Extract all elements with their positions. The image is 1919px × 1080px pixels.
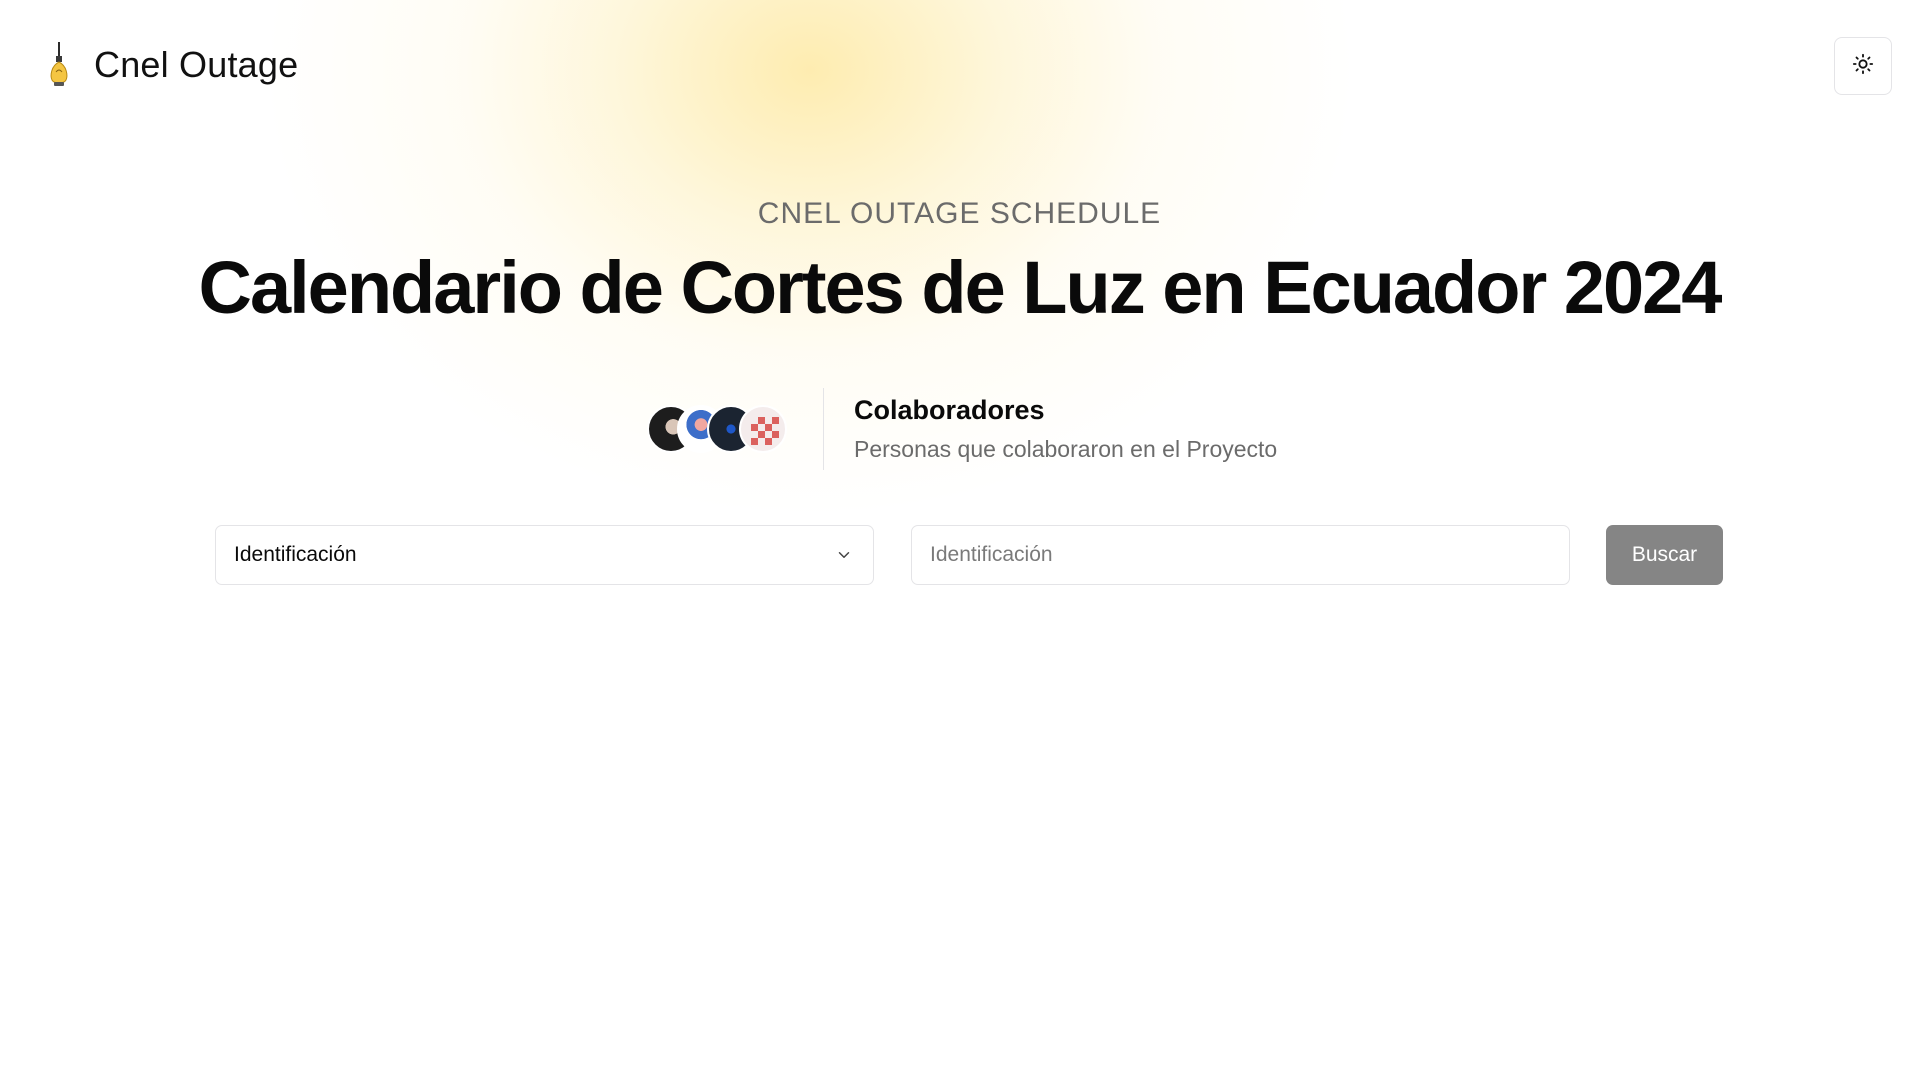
brand[interactable]: Cnel Outage [44,40,298,90]
avatar[interactable] [739,405,787,453]
id-type-select[interactable]: Identificación [215,525,874,585]
theme-toggle-button[interactable] [1834,37,1892,95]
chevron-down-icon [833,544,855,566]
top-bar: Cnel Outage [0,0,1919,130]
collaborators-title: Colaboradores [854,395,1045,425]
page-title: Calendario de Cortes de Luz en Ecuador 2… [198,246,1723,329]
brand-name: Cnel Outage [94,44,299,85]
search-button[interactable]: Buscar [1606,525,1723,585]
collaborators-subtitle: Personas que colaboraron en el Proyecto [854,436,1278,462]
lightbulb-icon [44,40,74,90]
search-form: Identificación Buscar [215,525,1723,585]
eyebrow-text: CNEL OUTAGE SCHEDULE [757,197,1162,230]
sun-icon [1852,53,1874,80]
id-input[interactable] [911,525,1570,585]
collaborator-avatars [647,403,793,455]
select-value: Identificación [234,543,357,566]
collaborators-text: Colaboradores Personas que colaboraron e… [854,395,1277,463]
page: Cnel Outage CNEL OUTAGE SCHEDULE Calenda… [0,0,1919,1080]
divider [823,388,824,470]
collaborators-section: Colaboradores Personas que colaboraron e… [647,388,1277,470]
